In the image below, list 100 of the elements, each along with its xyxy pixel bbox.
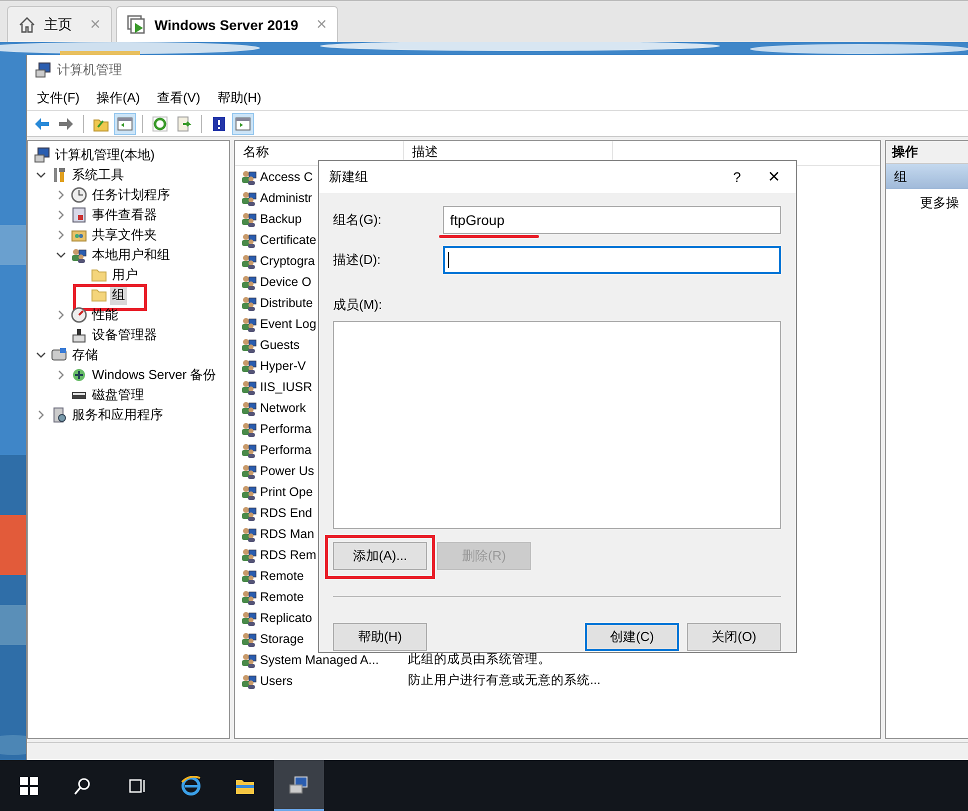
users-icon (241, 504, 257, 520)
users-icon (241, 672, 257, 688)
users-icon (241, 546, 257, 562)
computer-icon (34, 147, 50, 163)
tree-item[interactable]: 服务和应用程序 (70, 405, 165, 425)
menu-item[interactable]: 文件(F) (37, 88, 80, 106)
tree-item[interactable]: 存储 (70, 345, 100, 365)
collapse-chevron-icon[interactable] (36, 350, 46, 360)
start-icon (19, 776, 39, 796)
event-log-icon (71, 207, 87, 223)
browser-e-icon (181, 776, 201, 796)
tree-item[interactable]: 设备管理器 (90, 325, 159, 345)
browser-tab[interactable]: Windows Server 2019 × (116, 6, 338, 42)
group-name: Administr (260, 190, 312, 204)
panel-icon (117, 116, 133, 132)
tree-item[interactable]: 性能 (90, 305, 120, 325)
menu-item[interactable]: 查看(V) (156, 88, 200, 106)
input-field[interactable] (443, 246, 781, 274)
expand-chevron-icon[interactable] (56, 370, 66, 380)
dialog-button[interactable]: 关闭(O) (687, 623, 781, 651)
expand-chevron-icon[interactable] (56, 230, 66, 240)
group-name: Cryptogra (260, 254, 315, 268)
group-name: Users (260, 674, 293, 688)
group-name: Remote (260, 590, 304, 604)
browser-tab[interactable]: 主页 × (7, 6, 112, 42)
group-name: Storage (260, 632, 304, 646)
field-label: 成员(M): (333, 296, 384, 314)
dialog-button[interactable]: 添加(A)... (333, 542, 427, 570)
refresh-icon (152, 116, 168, 132)
menu-item[interactable]: 帮助(H) (217, 88, 262, 106)
computer-management-icon (289, 774, 309, 794)
dialog-button[interactable]: 创建(C) (585, 623, 679, 651)
taskbar-button[interactable] (274, 760, 324, 811)
collapse-chevron-icon[interactable] (56, 250, 66, 260)
users-icon (241, 400, 257, 416)
search-icon (73, 776, 93, 796)
tree-item[interactable]: 共享文件夹 (90, 225, 159, 245)
group-name: Guests (260, 338, 300, 352)
users-icon (241, 420, 257, 436)
group-name: Network (260, 400, 306, 414)
input-field[interactable]: ftpGroup (443, 206, 781, 234)
computer-icon (35, 62, 51, 78)
dialog-button[interactable]: 帮助(H) (333, 623, 427, 651)
group-name: RDS End (260, 506, 312, 520)
group-description: 防止用户进行有意或无意的系统... (407, 672, 600, 689)
expand-chevron-icon[interactable] (56, 210, 66, 220)
users-icon (241, 336, 257, 352)
expand-chevron-icon[interactable] (36, 410, 46, 420)
expand-chevron-icon[interactable] (56, 190, 66, 200)
users-icon (241, 232, 257, 248)
close-button[interactable]: × (752, 166, 796, 188)
field-label: 描述(D): (333, 251, 382, 269)
group-name: Print Ope (260, 484, 313, 498)
users-icon (241, 358, 257, 374)
group-name: Replicato (260, 610, 312, 624)
users-icon (71, 247, 87, 263)
help-button[interactable]: ? (722, 169, 752, 185)
storage-icon (51, 347, 67, 363)
users-icon (241, 526, 257, 542)
users-icon (241, 462, 257, 478)
group-name: Backup (260, 212, 302, 226)
users-icon (241, 630, 257, 646)
window-title: 计算机管理 (57, 61, 122, 79)
toolbar-button[interactable] (114, 112, 136, 134)
tab-label: Windows Server 2019 (154, 16, 298, 32)
users-icon (241, 252, 257, 268)
tree-item[interactable]: 组 (110, 285, 127, 305)
home-icon (18, 16, 36, 34)
actions-header: 操作 (886, 141, 968, 164)
actions-section[interactable]: 组 (886, 164, 968, 189)
performance-icon (71, 307, 87, 323)
users-icon (241, 168, 257, 184)
menu-item[interactable]: 操作(A) (96, 88, 140, 106)
forward-arrow-icon (58, 116, 74, 132)
group-name: IIS_IUSR (260, 380, 312, 394)
toolbar-button[interactable] (232, 112, 254, 134)
tree-item[interactable]: 用户 (110, 265, 140, 285)
expand-chevron-icon[interactable] (56, 310, 66, 320)
action-link[interactable]: 更多操 (886, 189, 968, 212)
group-description: 此组的成员由系统管理。 (407, 651, 551, 668)
users-icon (241, 610, 257, 626)
tree-item[interactable]: 磁盘管理 (90, 385, 146, 405)
group-name: Performa (260, 442, 312, 456)
panel-icon (235, 116, 251, 132)
users-icon (241, 294, 257, 310)
tree-item[interactable]: Windows Server 备份 (90, 365, 218, 385)
group-name: Distribute (260, 296, 313, 310)
collapse-chevron-icon[interactable] (36, 170, 46, 180)
tree-item[interactable]: 计算机管理(本地) (53, 145, 157, 165)
clock-icon (71, 187, 87, 203)
back-arrow-icon (34, 116, 50, 132)
export-list-icon (176, 116, 192, 132)
group-name: RDS Man (260, 526, 314, 540)
tree-item[interactable]: 任务计划程序 (90, 185, 172, 205)
help-icon (211, 116, 227, 132)
group-name: Performa (260, 422, 312, 436)
tree-item[interactable]: 事件查看器 (90, 205, 159, 225)
group-name: Hyper-V (260, 358, 306, 372)
tree-item[interactable]: 系统工具 (70, 165, 126, 185)
tree-item[interactable]: 本地用户和组 (90, 245, 172, 265)
